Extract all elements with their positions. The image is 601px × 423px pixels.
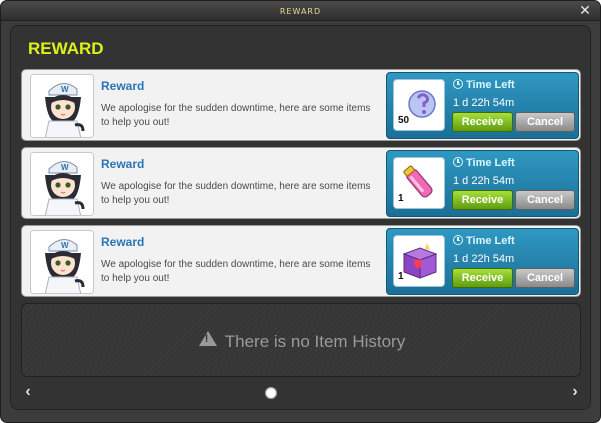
time-left-value: 1 d 22h 54m [453, 253, 515, 265]
time-left-value: 1 d 22h 54m [453, 175, 515, 187]
title-bar: REWARD ✕ [1, 1, 600, 21]
close-button[interactable]: ✕ [578, 3, 592, 17]
time-left-label: Time Left [453, 235, 515, 247]
next-page-button[interactable]: › [567, 384, 583, 400]
cancel-button[interactable]: Cancel [515, 112, 575, 132]
reward-title[interactable]: Reward [101, 79, 144, 93]
svg-text:W: W [61, 241, 69, 250]
svg-text:W: W [61, 163, 69, 172]
reward-title[interactable]: Reward [101, 157, 144, 171]
time-left-value: 1 d 22h 54m [453, 97, 515, 109]
item-count: 1 [398, 271, 404, 282]
reward-card: W Reward We apologise for the sudden dow… [21, 147, 581, 219]
reward-claim-panel: 1 Time Left 1 d 22h 54m Receive Cancel [386, 228, 579, 295]
item-count: 50 [398, 115, 410, 126]
time-left-label: Time Left [453, 79, 515, 91]
item-count: 1 [398, 193, 404, 204]
reward-message: We apologise for the sudden downtime, he… [101, 181, 371, 206]
receive-button[interactable]: Receive [452, 112, 513, 132]
pink-potion-item-icon: 1 [393, 157, 445, 209]
window-title: REWARD [279, 7, 322, 16]
reward-card: W Reward We apologise for the sudden dow… [21, 69, 581, 141]
purple-gift-box-item-icon: 1 [393, 235, 445, 287]
reward-card: W Reward We apologise for the sudden dow… [21, 225, 581, 297]
avatar: W [30, 230, 94, 294]
receive-button[interactable]: Receive [452, 190, 513, 210]
time-left-text: Time Left [466, 235, 515, 247]
page-indicator-dot[interactable] [265, 387, 277, 399]
cancel-button[interactable]: Cancel [515, 190, 575, 210]
reward-claim-panel: 1 Time Left 1 d 22h 54m Receive Cancel [386, 150, 579, 217]
item-history-text: There is no Item History [224, 332, 406, 351]
previous-page-button[interactable]: ‹ [20, 384, 36, 400]
warning-icon [198, 331, 217, 346]
reward-claim-panel: 50 Time Left 1 d 22h 54m Receive Cancel [386, 72, 579, 139]
blue-orb-item-icon: 50 [393, 79, 445, 131]
clock-icon [453, 79, 463, 89]
time-left-text: Time Left [466, 157, 515, 169]
item-history-message: There is no Item History [22, 331, 582, 352]
avatar: W [30, 74, 94, 138]
avatar: W [30, 152, 94, 216]
clock-icon [453, 157, 463, 167]
clock-icon [453, 235, 463, 245]
cancel-button[interactable]: Cancel [515, 268, 575, 288]
receive-button[interactable]: Receive [452, 268, 513, 288]
reward-title[interactable]: Reward [101, 235, 144, 249]
time-left-text: Time Left [466, 79, 515, 91]
page-title: REWARD [28, 39, 104, 58]
reward-window: REWARD ✕ REWARD W Reward We apologise fo… [0, 0, 601, 423]
time-left-label: Time Left [453, 157, 515, 169]
reward-message: We apologise for the sudden downtime, he… [101, 259, 371, 284]
item-history-panel: There is no Item History [21, 303, 581, 377]
svg-text:W: W [61, 85, 69, 94]
reward-message: We apologise for the sudden downtime, he… [101, 103, 371, 128]
reward-panel: REWARD W Reward We apologise for the sud… [10, 25, 591, 410]
